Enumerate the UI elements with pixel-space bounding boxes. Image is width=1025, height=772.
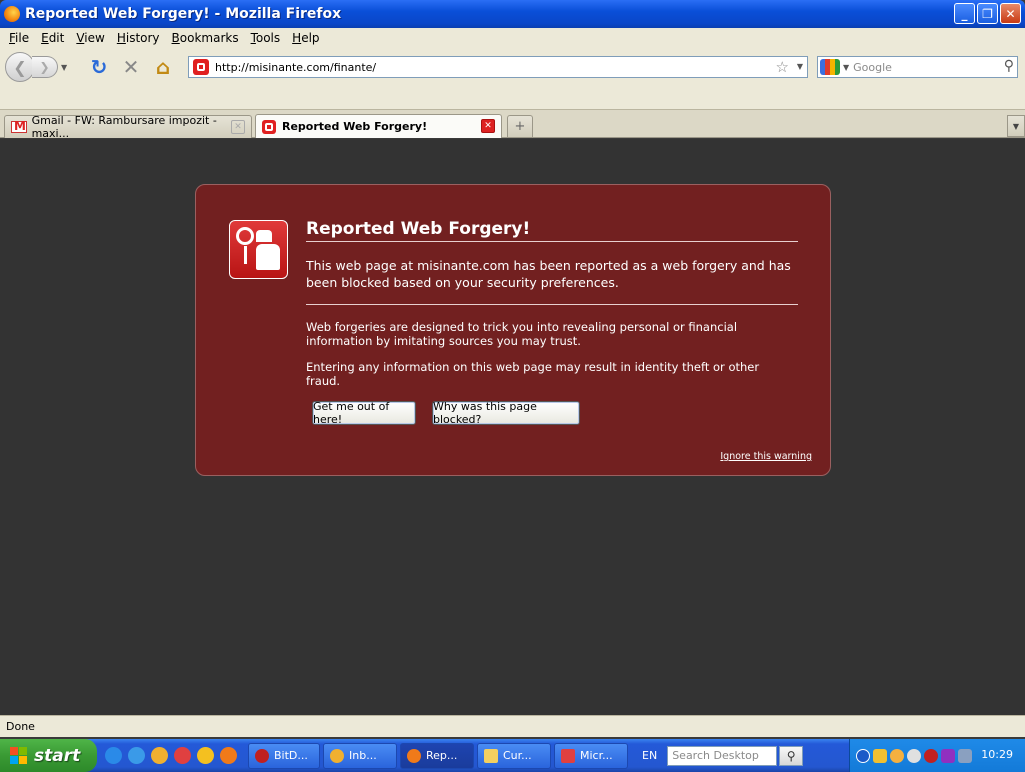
error-long-description-1: Web forgeries are designed to trick you … [306, 320, 738, 348]
task-bitdefender[interactable]: BitD... [248, 742, 320, 769]
start-button[interactable]: start [0, 739, 97, 772]
error-long-description-2: Entering any information on this web pag… [306, 360, 760, 388]
menu-tools[interactable]: Tools [245, 31, 287, 45]
bitdefender-icon [255, 748, 269, 763]
desktop-search-input[interactable]: Search Desktop [667, 745, 778, 766]
restore-button[interactable]: ❐ [977, 3, 998, 24]
search-input[interactable]: Google [853, 61, 892, 74]
firefox-icon [407, 748, 421, 763]
close-window-button[interactable]: ✕ [1000, 3, 1021, 24]
folder-icon [484, 748, 498, 763]
task-label: Inb... [349, 749, 377, 762]
messenger-icon[interactable] [151, 747, 168, 764]
task-microsoft[interactable]: Micr... [554, 742, 628, 769]
tab-bar: Gmail - FW: Rambursare impozit - maxi...… [0, 110, 1025, 140]
tray-bitdefender-icon[interactable] [924, 748, 938, 763]
minimize-button[interactable]: _ [954, 3, 975, 24]
tab-label: Reported Web Forgery! [282, 120, 428, 133]
menu-view[interactable]: View [70, 31, 110, 45]
desktop-search-icon[interactable]: ⚲ [779, 745, 804, 766]
url-dropdown-icon[interactable]: ▼ [797, 62, 803, 71]
menu-file[interactable]: File [3, 31, 35, 45]
ignore-warning-link[interactable]: Ignore this warning [720, 451, 812, 462]
app-icon [561, 748, 575, 763]
stop-icon[interactable]: ✕ [119, 55, 143, 79]
menu-history[interactable]: History [111, 31, 166, 45]
task-label: BitD... [274, 749, 308, 762]
window-controls: _ ❐ ✕ [954, 3, 1021, 24]
language-indicator[interactable]: EN [642, 749, 657, 762]
bookmark-star-icon[interactable]: ☆ [776, 58, 789, 76]
internet-explorer-icon[interactable] [105, 747, 122, 764]
reload-icon[interactable]: ↻ [87, 55, 111, 79]
task-folder[interactable]: Cur... [477, 742, 551, 769]
menu-help[interactable]: Help [286, 31, 325, 45]
tab-label: Gmail - FW: Rambursare impozit - maxi... [31, 114, 217, 140]
start-label: start [34, 745, 81, 766]
tray-network-icon[interactable] [958, 748, 972, 763]
forgery-tab-icon [262, 119, 276, 134]
bookmarks-toolbar [0, 86, 1025, 110]
navigation-toolbar: ❮ ❯ ▼ ↻ ✕ ⌂ http://misinante.com/finante… [0, 48, 1025, 86]
all-tabs-dropdown-icon[interactable]: ▼ [1007, 115, 1025, 137]
window-title: Reported Web Forgery! - Mozilla Firefox [25, 6, 342, 22]
clock: 10:29 [981, 748, 1013, 761]
google-engine-icon[interactable] [820, 59, 840, 75]
smiley-icon[interactable] [197, 747, 214, 764]
search-bar[interactable]: ▼ Google ⚲ [817, 56, 1018, 78]
tray-app-icon[interactable] [873, 748, 887, 763]
menu-bar: File Edit View History Bookmarks Tools H… [0, 28, 1025, 48]
history-dropdown-icon[interactable]: ▼ [61, 63, 67, 72]
quick-launch [97, 747, 245, 764]
status-text: Done [6, 720, 35, 733]
browser-icon[interactable] [128, 747, 145, 764]
forward-button[interactable]: ❯ [32, 56, 58, 78]
new-tab-button[interactable]: + [507, 115, 533, 137]
search-engine-dropdown-icon[interactable]: ▼ [843, 63, 849, 72]
close-tab-icon[interactable]: ✕ [231, 120, 245, 134]
tray-expand-icon[interactable] [856, 748, 870, 763]
gmail-icon [11, 119, 27, 133]
firefox-icon [4, 6, 20, 22]
close-tab-icon[interactable]: ✕ [481, 119, 495, 133]
url-text[interactable]: http://misinante.com/finante/ [215, 61, 376, 74]
tray-messenger-icon[interactable] [890, 748, 904, 763]
firefox-icon[interactable] [220, 747, 237, 764]
tab-gmail[interactable]: Gmail - FW: Rambursare impozit - maxi...… [4, 114, 252, 140]
system-tray: 10:29 [849, 739, 1025, 772]
back-button[interactable]: ❮ [5, 52, 35, 82]
error-short-description: This web page at misinante.com has been … [306, 258, 791, 290]
task-reported-forgery[interactable]: Rep... [400, 742, 474, 769]
menu-bookmarks[interactable]: Bookmarks [166, 31, 245, 45]
window-titlebar: Reported Web Forgery! - Mozilla Firefox … [0, 0, 1025, 28]
home-icon[interactable]: ⌂ [151, 55, 175, 79]
error-panel: Reported Web Forgery! This web page at m… [195, 184, 831, 476]
status-bar: Done [0, 715, 1025, 737]
get-me-out-button[interactable]: Get me out of here! [312, 400, 416, 426]
app-icon[interactable] [174, 747, 191, 764]
why-blocked-button[interactable]: Why was this page blocked? [432, 400, 580, 426]
windows-taskbar: start BitD... Inb... Rep... Cur... Micr.… [0, 739, 1025, 772]
task-label: Cur... [503, 749, 532, 762]
description-divider [306, 304, 798, 305]
menu-edit[interactable]: Edit [35, 31, 70, 45]
back-forward-group: ❮ ❯ ▼ [5, 52, 79, 82]
page-content: Reported Web Forgery! This web page at m… [0, 139, 1025, 715]
task-label: Rep... [426, 749, 458, 762]
tab-reported-web-forgery[interactable]: Reported Web Forgery! ✕ [255, 114, 502, 138]
task-label: Micr... [580, 749, 613, 762]
tray-app-icon[interactable] [941, 748, 955, 763]
windows-logo-icon [10, 746, 28, 765]
url-bar[interactable]: http://misinante.com/finante/ ☆ ▼ [188, 56, 808, 78]
tray-search-icon[interactable] [907, 748, 921, 763]
site-identity-icon[interactable] [193, 59, 209, 75]
police-officer-icon [229, 220, 288, 279]
error-title: Reported Web Forgery! [306, 219, 531, 239]
task-inbox[interactable]: Inb... [323, 742, 397, 769]
title-divider [306, 241, 798, 242]
search-icon[interactable]: ⚲ [1004, 58, 1014, 74]
mail-icon [330, 748, 344, 763]
